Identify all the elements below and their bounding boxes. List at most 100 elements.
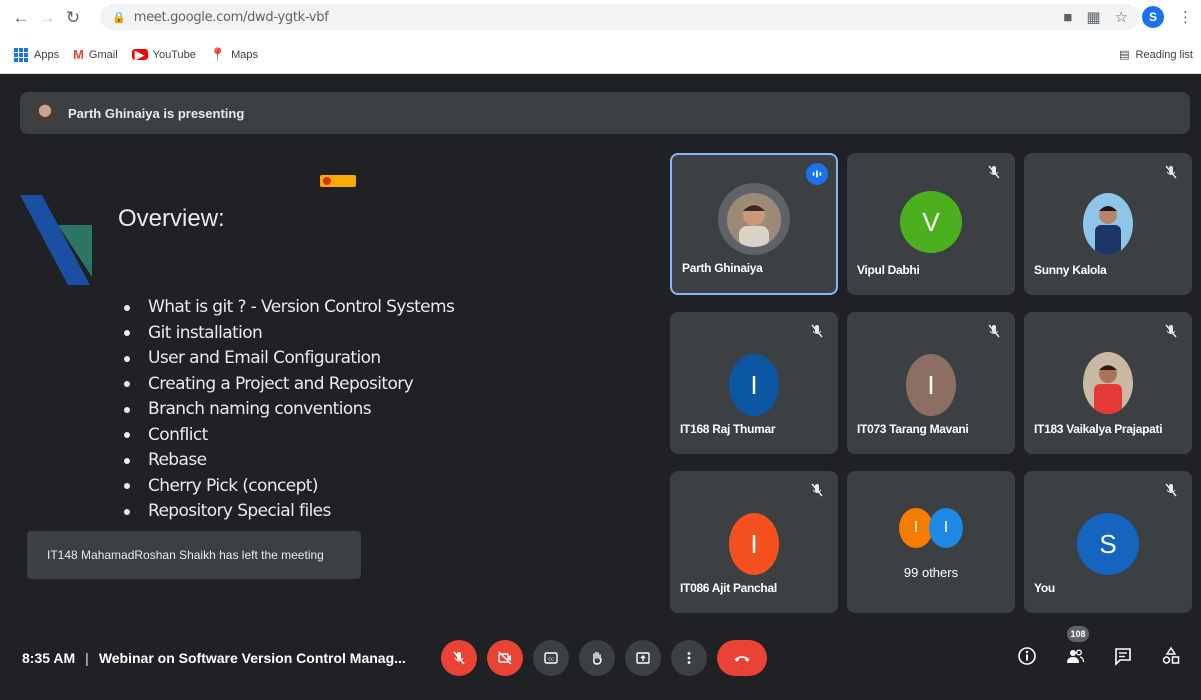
presenting-text: Parth Ghinaiya is presenting — [68, 105, 245, 121]
extension-icon[interactable]: ▦ — [1086, 8, 1100, 26]
participant-tile-others[interactable]: I I 99 others — [847, 471, 1015, 613]
mic-off-icon — [983, 161, 1005, 183]
presenter-avatar — [34, 102, 56, 124]
mic-off-icon — [983, 320, 1005, 342]
browser-toolbar: ← → ↻ 🔒 meet.google.com/dwd-ygtk-vbf ■ ▦… — [0, 0, 1201, 36]
camera-toggle-button[interactable] — [487, 640, 523, 676]
participant-tile-ajit[interactable]: I IT086 Ajit Panchal — [670, 471, 838, 613]
hand-icon — [593, 651, 602, 665]
participant-name: 99 others — [903, 565, 959, 580]
present-screen-icon — [636, 652, 650, 664]
back-arrow-icon[interactable]: ← — [8, 8, 34, 28]
slide-title: Overview: — [118, 205, 225, 232]
others-avatars: I I — [899, 508, 963, 548]
info-icon — [1018, 647, 1036, 665]
forward-arrow-icon[interactable]: → — [34, 8, 60, 28]
participant-tile-parth[interactable]: Parth Ghinaiya — [670, 153, 838, 295]
url-text: meet.google.com/dwd-ygtk-vbf — [133, 9, 329, 25]
present-button[interactable] — [625, 640, 661, 676]
leave-call-button[interactable] — [717, 640, 767, 676]
participant-tile-you[interactable]: S You — [1024, 471, 1192, 613]
mic-off-icon — [806, 479, 828, 501]
gmail-icon: M — [73, 47, 84, 62]
meeting-info: 8:35 AM | Webinar on Software Version Co… — [22, 650, 406, 666]
mic-toggle-button[interactable] — [441, 640, 477, 676]
chat-button[interactable] — [1111, 644, 1135, 668]
divider: | — [85, 650, 89, 666]
participant-name: IT073 Tarang Mavani — [857, 422, 969, 436]
meeting-time: 8:35 AM — [22, 650, 76, 666]
avatar — [1083, 193, 1133, 255]
participant-tile-sunny[interactable]: Sunny Kalola — [1024, 153, 1192, 295]
meeting-title[interactable]: Webinar on Software Version Control Mana… — [99, 650, 406, 666]
participant-name: IT086 Ajit Panchal — [680, 581, 777, 595]
reload-icon[interactable]: ↻ — [60, 8, 86, 28]
mic-off-icon — [806, 320, 828, 342]
meeting-details-button[interactable] — [1015, 644, 1039, 668]
meeting-control-bar: 8:35 AM | Webinar on Software Version Co… — [0, 620, 1201, 700]
chat-icon — [1115, 648, 1131, 666]
avatar: I — [899, 508, 933, 548]
hang-up-icon — [734, 656, 750, 662]
notification-toast: IT148 MahamadRoshan Shaikh has left the … — [27, 531, 361, 579]
mic-off-icon — [1160, 479, 1182, 501]
avatar — [727, 193, 781, 247]
browser-menu-icon[interactable]: ⋮ — [1178, 8, 1193, 26]
reading-list-icon: ▤ — [1119, 49, 1130, 61]
participant-tile-vipul[interactable]: V Vipul Dabhi — [847, 153, 1015, 295]
apps-grid-icon — [14, 47, 28, 62]
mic-off-icon — [453, 651, 465, 665]
bookmark-youtube[interactable]: ▶ YouTube — [131, 47, 196, 62]
activities-button[interactable] — [1159, 644, 1183, 668]
participant-tile-vaikalya[interactable]: IT183 Vaikalya Prajapati — [1024, 312, 1192, 454]
participant-name: Parth Ghinaiya — [682, 261, 763, 275]
list-item: User and Email Configuration — [124, 346, 454, 372]
bookmark-star-icon[interactable]: ☆ — [1115, 8, 1128, 26]
participant-name: Sunny Kalola — [1034, 263, 1107, 277]
captions-icon: cc — [544, 652, 558, 664]
avatar: S — [1077, 513, 1139, 575]
participant-name: Vipul Dabhi — [857, 263, 920, 277]
participant-count-badge: 108 — [1067, 626, 1089, 642]
list-item: Rebase — [124, 448, 454, 474]
address-bar[interactable]: 🔒 meet.google.com/dwd-ygtk-vbf — [100, 4, 1140, 30]
list-item: Creating a Project and Repository — [124, 372, 454, 398]
participant-name: You — [1034, 581, 1055, 595]
list-item: What is git ? - Version Control Systems — [124, 295, 455, 321]
people-button[interactable]: 108 — [1063, 626, 1089, 668]
participant-name: IT168 Raj Thumar — [680, 422, 776, 436]
camera-blocked-icon[interactable]: ■ — [1063, 9, 1072, 26]
avatar: V — [900, 191, 962, 253]
profile-avatar[interactable]: S — [1142, 6, 1164, 28]
bookmark-maps[interactable]: 📍 Maps — [210, 47, 258, 63]
avatar: I — [729, 513, 779, 575]
slide-corner-graphic — [20, 195, 92, 285]
camera-off-icon — [498, 651, 512, 665]
list-item: Cherry Pick (concept) — [124, 474, 454, 500]
mic-off-icon — [1160, 161, 1182, 183]
bookmark-apps[interactable]: Apps — [14, 47, 59, 62]
avatar — [1083, 352, 1133, 414]
svg-text:cc: cc — [548, 657, 554, 663]
participant-name: IT183 Vaikalya Prajapati — [1034, 422, 1163, 436]
people-icon — [1067, 649, 1085, 663]
mic-off-icon — [1160, 320, 1182, 342]
participant-tile-raj[interactable]: I IT168 Raj Thumar — [670, 312, 838, 454]
avatar: I — [729, 354, 779, 416]
speaking-indicator-icon — [806, 163, 828, 185]
reading-list[interactable]: ▤ Reading list — [1119, 48, 1193, 62]
raise-hand-button[interactable] — [579, 640, 615, 676]
list-item: Git installation — [124, 321, 454, 347]
lock-icon: 🔒 — [112, 11, 126, 24]
bookmarks-bar: Apps M Gmail ▶ YouTube 📍 Maps ▤ Reading … — [0, 36, 1201, 74]
captions-button[interactable]: cc — [533, 640, 569, 676]
list-item: Conflict — [124, 423, 454, 449]
more-options-button[interactable] — [671, 640, 707, 676]
bookmark-gmail[interactable]: M Gmail — [73, 47, 118, 62]
list-item: Branch naming conventions — [124, 397, 454, 423]
slide-logo — [320, 175, 356, 187]
avatar: I — [906, 354, 956, 416]
avatar: I — [929, 508, 963, 548]
participant-tile-tarang[interactable]: I IT073 Tarang Mavani — [847, 312, 1015, 454]
more-vert-icon — [687, 652, 691, 664]
